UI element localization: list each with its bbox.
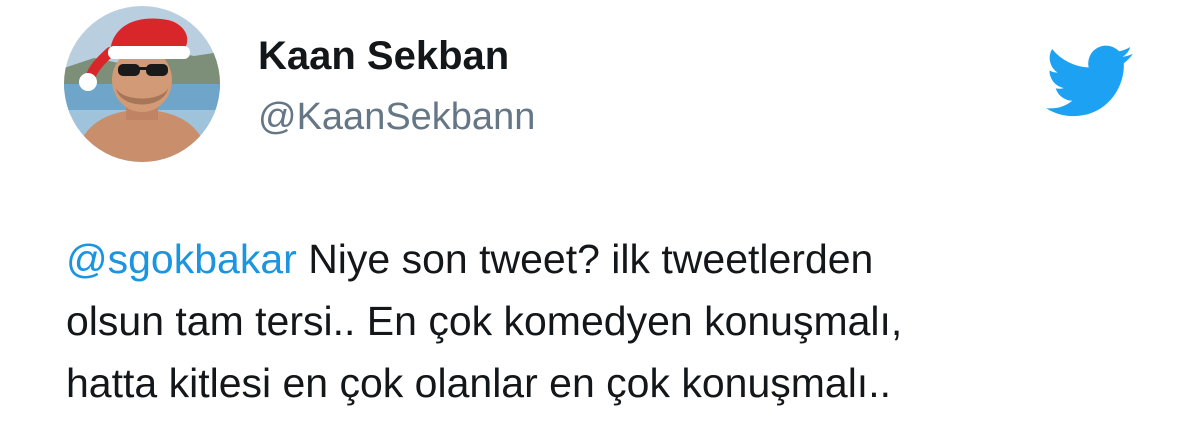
avatar[interactable] xyxy=(64,6,220,162)
display-name[interactable]: Kaan Sekban xyxy=(258,30,535,82)
tweet-line-1: @sgokbakar Niye son tweet? ilk tweetlerd… xyxy=(66,228,1166,290)
user-handle[interactable]: @KaanSekbann xyxy=(258,92,535,142)
tweet-text: @sgokbakar Niye son tweet? ilk tweetlerd… xyxy=(66,228,1166,414)
tweet-line-3: hatta kitlesi en çok olanlar en çok konu… xyxy=(66,360,891,406)
user-info: Kaan Sekban @KaanSekbann xyxy=(258,30,535,142)
tweet-card: Kaan Sekban @KaanSekbann @sgokbakar Niye… xyxy=(0,0,1200,432)
mention-link[interactable]: @sgokbakar xyxy=(66,236,297,282)
tweet-line-1-text: Niye son tweet? ilk tweetlerden xyxy=(296,236,874,282)
avatar-photo xyxy=(64,6,220,162)
tweet-line-2: olsun tam tersi.. En çok komedyen konuşm… xyxy=(66,298,903,344)
twitter-bird-icon xyxy=(1046,45,1133,117)
